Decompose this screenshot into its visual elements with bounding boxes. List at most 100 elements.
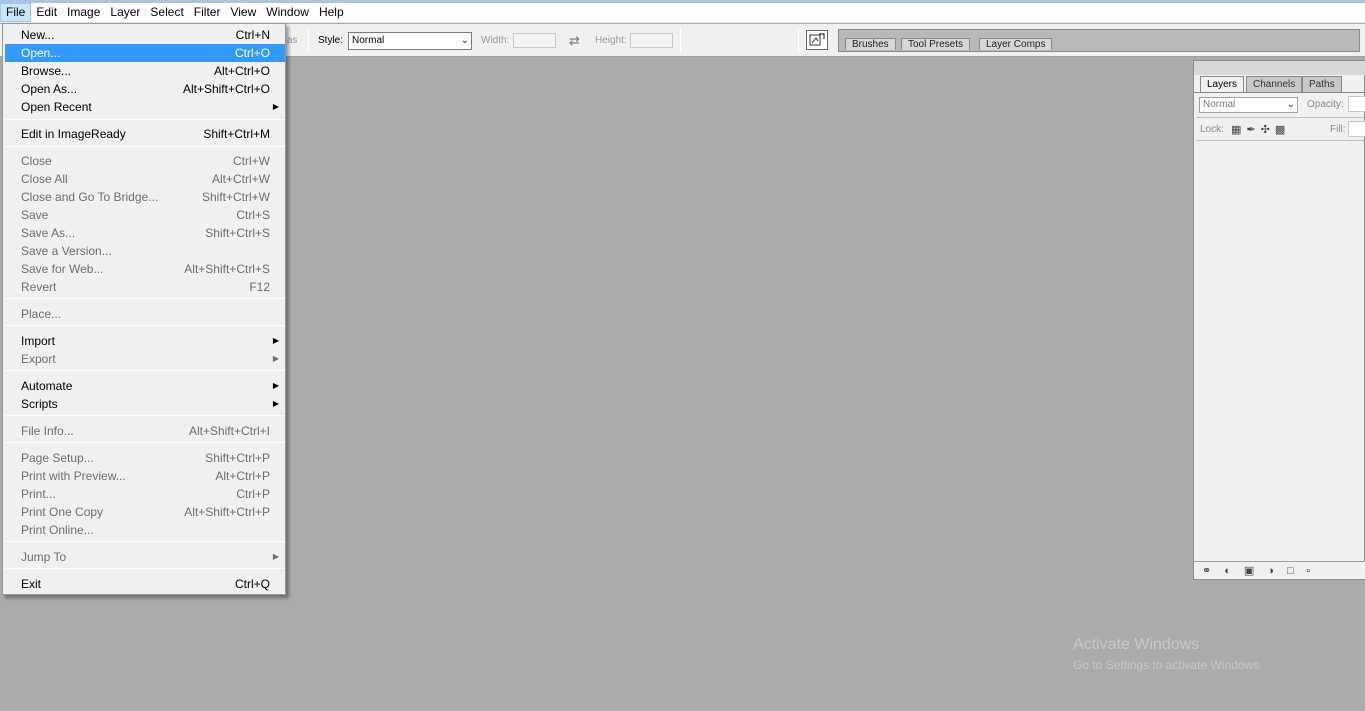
panel-footer: ⚭ ◐ ▣ ◑ □ ▫ bbox=[1194, 561, 1365, 579]
menu-divider bbox=[5, 370, 285, 371]
menu-select[interactable]: Select bbox=[145, 3, 188, 22]
menu-divider bbox=[5, 325, 285, 326]
menu-item-open-recent[interactable]: Open Recent ▶ bbox=[5, 98, 285, 116]
menu-item-open[interactable]: Open... Ctrl+O bbox=[5, 44, 285, 62]
submenu-arrow-icon: ▶ bbox=[272, 399, 279, 408]
tab-layers[interactable]: Layers bbox=[1200, 76, 1245, 92]
panel-divider bbox=[1196, 117, 1364, 118]
palette-browser-icon[interactable] bbox=[806, 30, 828, 50]
link-layers-icon[interactable]: ⚭ bbox=[1202, 564, 1211, 577]
lock-transparent-icon[interactable]: ▦ bbox=[1231, 123, 1241, 136]
file-menu-dropdown: New... Ctrl+N Open... Ctrl+O Browse... Alt+… bbox=[2, 23, 286, 595]
palette-well: Brushes Tool Presets Layer Comps bbox=[838, 29, 1360, 52]
width-input[interactable] bbox=[513, 33, 556, 48]
height-input[interactable] bbox=[630, 33, 673, 48]
menu-window[interactable]: Window bbox=[261, 3, 314, 22]
new-layer-icon[interactable]: ▫ bbox=[1307, 565, 1311, 577]
lock-icons-group: ▦ ✒ ✣ ▩ bbox=[1231, 123, 1285, 136]
menu-divider bbox=[5, 415, 285, 416]
chevron-down-icon: ⌄ bbox=[460, 35, 469, 46]
width-label: Width: bbox=[481, 35, 510, 46]
opacity-input[interactable] bbox=[1348, 96, 1365, 112]
menu-item-print-with-preview[interactable]: Print with Preview... Alt+Ctrl+P bbox=[5, 467, 285, 485]
panel-tab-line bbox=[1194, 92, 1365, 93]
menu-item-scripts[interactable]: Scripts ▶ bbox=[5, 395, 285, 413]
layer-mask-icon[interactable]: ▣ bbox=[1244, 564, 1254, 577]
new-group-icon[interactable]: □ bbox=[1287, 565, 1294, 577]
menu-file[interactable]: File bbox=[0, 3, 32, 22]
menu-divider bbox=[5, 146, 285, 147]
layer-style-icon[interactable]: ◐ bbox=[1224, 565, 1231, 577]
menu-item-print[interactable]: Print... Ctrl+P bbox=[5, 485, 285, 503]
menu-image[interactable]: Image bbox=[62, 3, 105, 22]
style-select-value: Normal bbox=[352, 35, 385, 46]
layers-panel: Layers Channels Paths Normal ⌄ Opacity: … bbox=[1193, 60, 1365, 580]
menu-item-close-and-go-to-bridge[interactable]: Close and Go To Bridge... Shift+Ctrl+W bbox=[5, 188, 285, 206]
menu-layer[interactable]: Layer bbox=[105, 3, 145, 22]
tab-tool-presets[interactable]: Tool Presets bbox=[901, 38, 971, 50]
menu-edit[interactable]: Edit bbox=[31, 3, 62, 22]
menu-item-close-all[interactable]: Close All Alt+Ctrl+W bbox=[5, 170, 285, 188]
menu-item-save-as[interactable]: Save As... Shift+Ctrl+S bbox=[5, 224, 285, 242]
style-select[interactable]: Normal ⌄ bbox=[348, 32, 472, 50]
menu-item-exit[interactable]: Exit Ctrl+Q bbox=[5, 575, 285, 593]
menu-divider bbox=[5, 442, 285, 443]
antialias-label-partial: as bbox=[287, 35, 298, 46]
swap-arrows-icon[interactable]: ⇄ bbox=[569, 33, 580, 49]
submenu-arrow-icon: ▶ bbox=[272, 354, 279, 363]
watermark-subtitle: Go to Settings to activate Windows. bbox=[1073, 658, 1263, 672]
menu-item-save[interactable]: Save Ctrl+S bbox=[5, 206, 285, 224]
tab-layer-comps[interactable]: Layer Comps bbox=[979, 38, 1053, 50]
options-separator bbox=[798, 28, 799, 53]
options-separator bbox=[680, 28, 681, 53]
blend-mode-value: Normal bbox=[1203, 99, 1236, 110]
menu-item-file-info[interactable]: File Info... Alt+Shift+Ctrl+I bbox=[5, 422, 285, 440]
menu-item-page-setup[interactable]: Page Setup... Shift+Ctrl+P bbox=[5, 449, 285, 467]
menu-item-edit-in-imageready[interactable]: Edit in ImageReady Shift+Ctrl+M bbox=[5, 125, 285, 143]
activate-windows-watermark: Activate Windows Go to Settings to activ… bbox=[1073, 636, 1262, 672]
menu-item-save-a-version[interactable]: Save a Version... bbox=[5, 242, 285, 260]
menu-divider bbox=[5, 298, 285, 299]
tab-channels[interactable]: Channels bbox=[1246, 76, 1303, 92]
watermark-title: Activate Windows bbox=[1073, 636, 1200, 653]
menu-item-print-online[interactable]: Print Online... bbox=[5, 521, 285, 539]
menu-item-export[interactable]: Export ▶ bbox=[5, 350, 285, 368]
menu-divider bbox=[5, 541, 285, 542]
menu-item-close[interactable]: Close Ctrl+W bbox=[5, 152, 285, 170]
blend-mode-select[interactable]: Normal ⌄ bbox=[1199, 97, 1298, 113]
menu-item-open-as[interactable]: Open As... Alt+Shift+Ctrl+O bbox=[5, 80, 285, 98]
menu-item-new[interactable]: New... Ctrl+N bbox=[5, 26, 285, 44]
adjustment-layer-icon[interactable]: ◑ bbox=[1267, 565, 1274, 577]
menu-divider bbox=[5, 119, 285, 120]
options-separator bbox=[308, 28, 309, 53]
menu-item-revert[interactable]: Revert F12 bbox=[5, 278, 285, 296]
submenu-arrow-icon: ▶ bbox=[272, 102, 279, 111]
menu-item-import[interactable]: Import ▶ bbox=[5, 332, 285, 350]
lock-label: Lock: bbox=[1200, 124, 1224, 135]
chevron-down-icon: ⌄ bbox=[1286, 99, 1295, 110]
menu-item-save-for-web[interactable]: Save for Web... Alt+Shift+Ctrl+S bbox=[5, 260, 285, 278]
lock-all-icon[interactable]: ▩ bbox=[1275, 123, 1285, 136]
opacity-label: Opacity: bbox=[1307, 99, 1344, 110]
menu-item-automate[interactable]: Automate ▶ bbox=[5, 377, 285, 395]
height-label: Height: bbox=[595, 35, 627, 46]
menu-divider bbox=[5, 568, 285, 569]
menu-help[interactable]: Help bbox=[314, 3, 349, 22]
lock-brush-icon[interactable]: ✒ bbox=[1246, 123, 1255, 136]
menu-bar: File Edit Image Layer Select Filter View… bbox=[0, 3, 1365, 23]
menu-item-print-one-copy[interactable]: Print One Copy Alt+Shift+Ctrl+P bbox=[5, 503, 285, 521]
fill-label: Fill: bbox=[1330, 124, 1346, 135]
layers-list[interactable] bbox=[1196, 141, 1364, 561]
style-label: Style: bbox=[318, 35, 344, 46]
fill-input[interactable] bbox=[1348, 121, 1365, 137]
tab-paths[interactable]: Paths bbox=[1302, 76, 1342, 92]
tab-brushes[interactable]: Brushes bbox=[845, 38, 896, 50]
submenu-arrow-icon: ▶ bbox=[272, 552, 279, 561]
menu-item-browse[interactable]: Browse... Alt+Ctrl+O bbox=[5, 62, 285, 80]
lock-move-icon[interactable]: ✣ bbox=[1261, 123, 1270, 136]
menu-filter[interactable]: Filter bbox=[189, 3, 226, 22]
menu-item-place[interactable]: Place... bbox=[5, 305, 285, 323]
menu-item-jump-to[interactable]: Jump To ▶ bbox=[5, 548, 285, 566]
panel-title-bar[interactable] bbox=[1194, 61, 1365, 75]
menu-view[interactable]: View bbox=[225, 3, 261, 22]
